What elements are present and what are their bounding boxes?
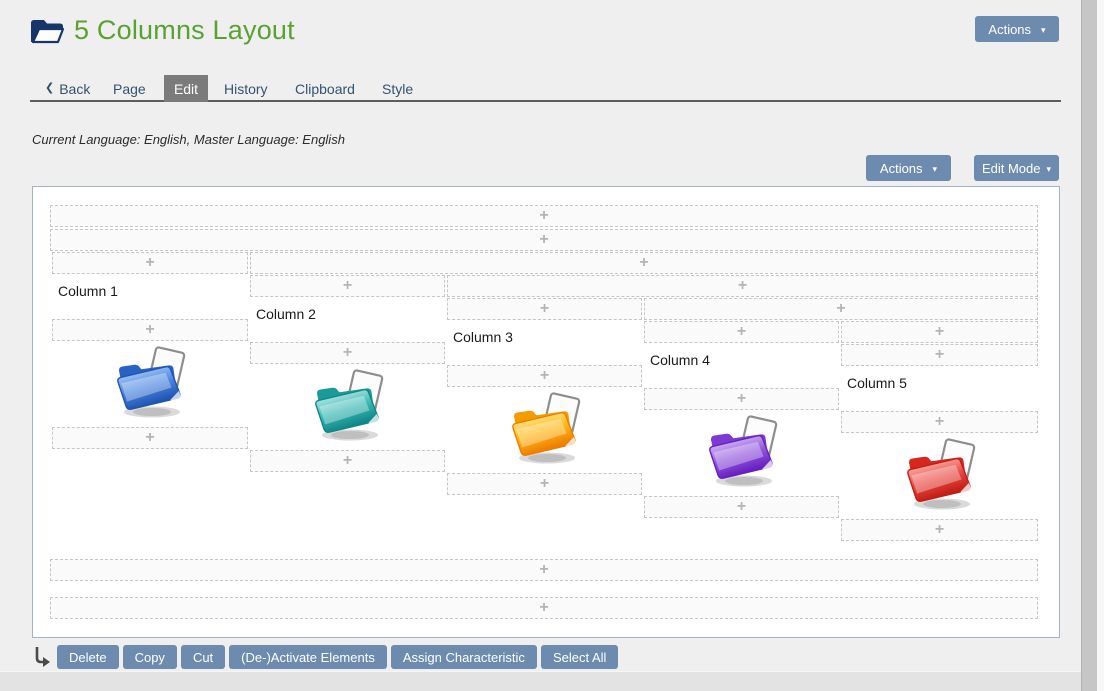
- tab-back[interactable]: ❮ Back: [45, 75, 90, 102]
- deactivate-elements-button[interactable]: (De-)Activate Elements: [229, 645, 387, 669]
- column-label: Column 4: [650, 352, 710, 368]
- insert-plus-icon: +: [145, 320, 154, 340]
- language-bar: Current Language: English, Master Langua…: [32, 132, 345, 147]
- insert-plus-icon: +: [836, 299, 845, 319]
- column-label: Column 5: [847, 375, 907, 391]
- insert-plus-icon: +: [539, 206, 548, 226]
- insert-strip[interactable]: +: [50, 205, 1038, 227]
- toolbar-buttons: Delete Copy Cut (De-)Activate Elements A…: [57, 645, 618, 669]
- canvas-actions-label: Actions: [880, 161, 923, 176]
- page: 5 Columns Layout Actions ▾ ❮ Back Page E…: [0, 0, 1104, 691]
- app-header: 5 Columns Layout Actions ▾: [0, 0, 1104, 62]
- insert-plus-icon: +: [539, 598, 548, 618]
- insert-strip[interactable]: +: [250, 342, 445, 364]
- insert-plus-icon: +: [935, 345, 944, 365]
- folder-icon[interactable]: [311, 369, 385, 443]
- tab-back-label: Back: [59, 81, 90, 97]
- insert-strip[interactable]: +: [644, 388, 839, 410]
- folder-icon[interactable]: [705, 415, 779, 489]
- insert-plus-icon: +: [539, 560, 548, 580]
- tab-page[interactable]: Page: [113, 75, 146, 102]
- folder-icon: [28, 16, 66, 46]
- insert-plus-icon: +: [737, 389, 746, 409]
- cut-button[interactable]: Cut: [181, 645, 225, 669]
- insert-strip[interactable]: +: [52, 319, 248, 341]
- insert-strip[interactable]: +: [50, 229, 1038, 251]
- insert-plus-icon: +: [343, 451, 352, 471]
- insert-strip[interactable]: +: [447, 365, 642, 387]
- edit-mode-button[interactable]: Edit Mode ▾: [974, 155, 1059, 181]
- chevron-down-icon: ▾: [1047, 165, 1052, 174]
- insert-plus-icon: +: [540, 299, 549, 319]
- insert-strip[interactable]: +: [250, 450, 445, 472]
- insert-strip[interactable]: +: [841, 411, 1038, 433]
- insert-plus-icon: +: [540, 474, 549, 494]
- insert-strip[interactable]: +: [841, 344, 1038, 366]
- insert-plus-icon: +: [639, 253, 648, 273]
- down-right-arrow-icon: [34, 646, 52, 668]
- back-chevron-icon: ❮: [45, 81, 54, 94]
- insert-plus-icon: +: [935, 322, 944, 342]
- insert-strip[interactable]: +: [644, 321, 839, 343]
- insert-strip[interactable]: +: [841, 321, 1038, 343]
- select-all-button[interactable]: Select All: [541, 645, 618, 669]
- delete-button[interactable]: Delete: [57, 645, 119, 669]
- insert-strip[interactable]: +: [50, 597, 1038, 619]
- page-title: 5 Columns Layout: [74, 15, 295, 46]
- folder-icon[interactable]: [508, 392, 582, 466]
- insert-strip[interactable]: +: [52, 252, 248, 274]
- insert-strip[interactable]: +: [250, 252, 1038, 274]
- insert-plus-icon: +: [738, 276, 747, 296]
- insert-strip[interactable]: +: [644, 298, 1038, 320]
- edit-mode-label: Edit Mode: [982, 161, 1041, 176]
- insert-strip[interactable]: +: [50, 559, 1038, 581]
- insert-plus-icon: +: [737, 322, 746, 342]
- insert-strip[interactable]: +: [841, 519, 1038, 541]
- canvas-actions-button[interactable]: Actions ▾: [866, 155, 951, 181]
- insert-plus-icon: +: [145, 253, 154, 273]
- assign-characteristic-button[interactable]: Assign Characteristic: [391, 645, 537, 669]
- insert-strip[interactable]: +: [52, 427, 248, 449]
- insert-plus-icon: +: [737, 497, 746, 517]
- insert-strip[interactable]: +: [644, 496, 839, 518]
- insert-plus-icon: +: [343, 276, 352, 296]
- column-label: Column 2: [256, 306, 316, 322]
- scrollbar-margin: [1097, 0, 1104, 691]
- insert-strip[interactable]: +: [250, 275, 445, 297]
- tab-bar: ❮ Back Page Edit History Clipboard Style: [30, 75, 1061, 102]
- insert-plus-icon: +: [145, 428, 154, 448]
- insert-strip[interactable]: +: [447, 298, 642, 320]
- insert-plus-icon: +: [935, 520, 944, 540]
- insert-plus-icon: +: [935, 412, 944, 432]
- tab-edit[interactable]: Edit: [164, 75, 208, 102]
- scrollbar[interactable]: [1081, 0, 1097, 691]
- tab-history[interactable]: History: [224, 75, 268, 102]
- actions-button-label: Actions: [988, 22, 1031, 37]
- column-label: Column 1: [58, 283, 118, 299]
- chevron-down-icon: ▾: [1041, 26, 1046, 35]
- column-label: Column 3: [453, 329, 513, 345]
- chevron-down-icon: ▾: [933, 165, 938, 174]
- insert-strip[interactable]: +: [447, 473, 642, 495]
- folder-icon[interactable]: [903, 438, 977, 512]
- insert-strip[interactable]: +: [447, 275, 1038, 297]
- insert-plus-icon: +: [539, 230, 548, 250]
- element-toolbar: Delete Copy Cut (De-)Activate Elements A…: [34, 645, 618, 669]
- insert-plus-icon: +: [540, 366, 549, 386]
- tab-style[interactable]: Style: [382, 75, 413, 102]
- folder-icon[interactable]: [113, 346, 187, 420]
- actions-button[interactable]: Actions ▾: [975, 16, 1059, 42]
- insert-plus-icon: +: [343, 343, 352, 363]
- edit-canvas: + + + Column 1 + + + + Column 2 + + + + Column 3 + + + + C…: [32, 186, 1060, 638]
- copy-button[interactable]: Copy: [123, 645, 177, 669]
- bottom-band: [0, 671, 1104, 691]
- tab-clipboard[interactable]: Clipboard: [295, 75, 355, 102]
